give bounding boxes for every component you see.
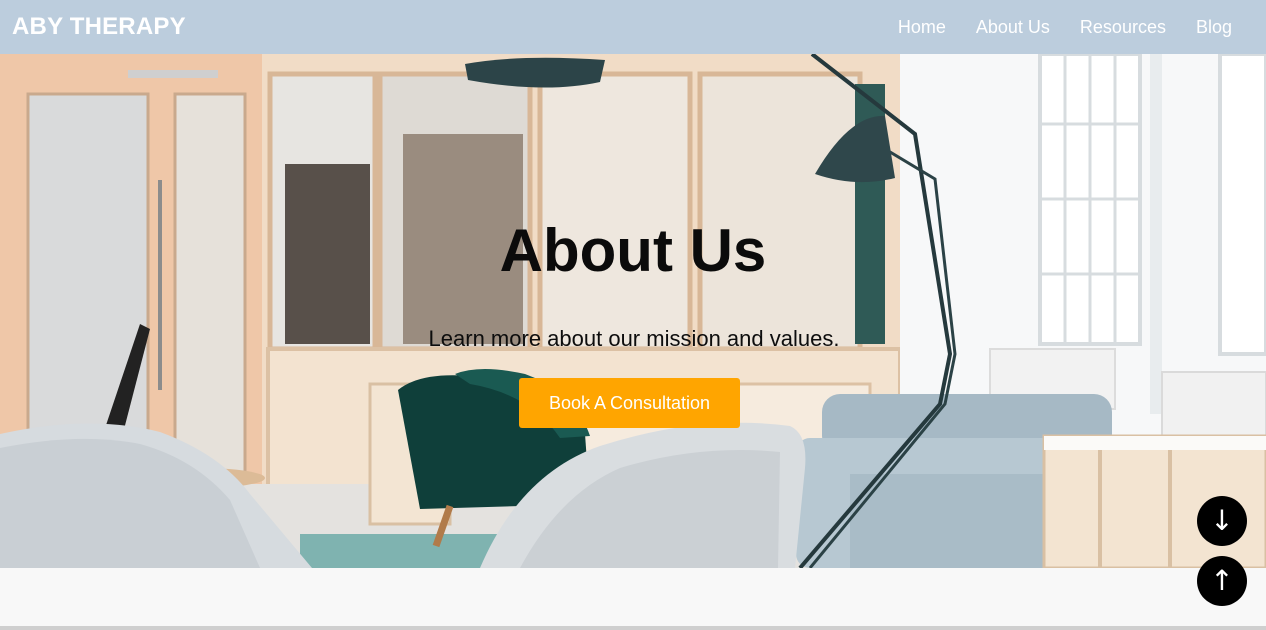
nav-link-resources[interactable]: Resources xyxy=(1080,17,1166,38)
nav-link-blog[interactable]: Blog xyxy=(1196,17,1232,38)
site-logo-text[interactable]: ABY THERAPY xyxy=(12,13,186,41)
nav-links: Home About Us Resources Blog xyxy=(898,17,1232,38)
scroll-down-button[interactable]: ↓ xyxy=(1197,496,1247,546)
arrow-down-icon: ↓ xyxy=(1210,504,1234,537)
hero-background-image xyxy=(0,54,1266,568)
page-content-area xyxy=(0,568,1266,626)
hero-title: About Us xyxy=(499,217,767,284)
nav-link-about-us[interactable]: About Us xyxy=(976,17,1050,38)
nav-link-home[interactable]: Home xyxy=(898,17,946,38)
book-consultation-button[interactable]: Book A Consultation xyxy=(519,378,740,428)
hero-subtitle: Learn more about our mission and values. xyxy=(428,326,840,351)
arrow-up-icon: ↑ xyxy=(1210,564,1234,597)
page-bottom-divider xyxy=(0,626,1266,630)
scroll-up-button[interactable]: ↑ xyxy=(1197,556,1247,606)
top-navbar: ABY THERAPY Home About Us Resources Blog xyxy=(0,0,1266,54)
hero-section: About Us Learn more about our mission an… xyxy=(0,54,1266,568)
